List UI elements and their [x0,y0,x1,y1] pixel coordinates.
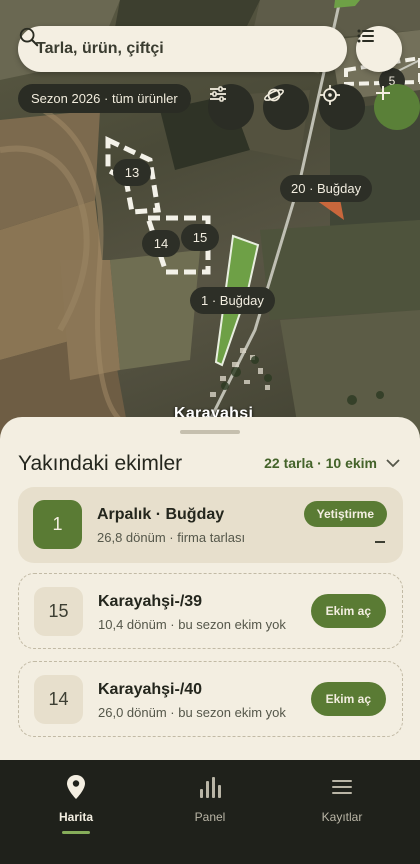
nav-label-map: Harita [58,810,93,824]
locate-me-button[interactable] [319,84,365,130]
nav-item-map[interactable]: Harita [6,760,146,864]
satellite-map[interactable]: 13 20 · Buğday 14 15 1 · Buğday 5 Karaya… [0,0,420,440]
search-input[interactable] [36,40,276,58]
add-field-button[interactable] [374,84,420,130]
menu-lines-icon [332,780,352,794]
nav-label-panel: Panel [194,810,226,824]
card-title: Arpalık · Buğday [97,506,225,523]
field-label-14[interactable]: 14 [142,230,180,257]
field-number-badge: 15 [34,587,83,636]
plus-icon [376,86,390,100]
field-number-badge: 14 [34,675,83,724]
card-title: Karayahşi-/39 [98,593,203,610]
planet-icon [264,88,284,102]
field-label-15[interactable]: 15 [181,224,219,251]
map-layer-button[interactable] [263,84,309,130]
card-subtitle: 26,0 dönüm · bu sezon ekim yok [98,705,286,720]
chevron-down-icon [386,459,400,468]
nav-item-panel[interactable]: Panel [140,760,280,864]
season-filter-chip[interactable]: Sezon 2026 · tüm ürünler [18,84,191,113]
sheet-summary-toggle[interactable]: 22 tarla · 10 ekim [264,455,400,471]
sheet-title: Yakındaki ekimler [18,452,183,475]
card-subtitle: 26,8 dönüm · firma tarlası [97,530,246,545]
nav-item-records[interactable]: Kayıtlar [272,760,412,864]
nearby-plantings-sheet: Yakındaki ekimler 22 tarla · 10 ekim 1 A… [0,417,420,760]
field-number-badge: 1 [33,500,82,549]
crosshair-icon [320,85,340,105]
map-pin-icon [67,775,85,799]
search-icon [19,27,39,47]
card-title: Karayahşi-/40 [98,681,203,698]
growing-status-button[interactable]: Yetiştirme [303,501,387,527]
active-tab-indicator [62,831,90,834]
bar-chart-icon [200,777,221,798]
list-icon [357,29,374,43]
collapse-icon[interactable] [375,541,385,543]
filter-button[interactable] [208,84,254,130]
list-view-button[interactable] [356,26,402,72]
bottom-nav: Harita Panel Kayıtlar [0,760,420,864]
planting-card-1[interactable]: 1 Arpalık · Buğday 26,8 dönüm · firma ta… [18,487,403,563]
field-label-20[interactable]: 20 · Buğday [280,175,373,202]
card-subtitle: 10,4 dönüm · bu sezon ekim yok [98,617,286,632]
open-planting-button[interactable]: Ekim aç [310,594,386,628]
field-label-13[interactable]: 13 [113,159,151,186]
nav-label-records: Kayıtlar [321,810,363,824]
open-planting-button[interactable]: Ekim aç [310,682,386,716]
planting-card-15[interactable]: 15 Karayahşi-/39 10,4 dönüm · bu sezon e… [18,573,403,649]
sheet-summary-text: 22 tarla · 10 ekim [264,455,377,471]
planting-card-14[interactable]: 14 Karayahşi-/40 26,0 dönüm · bu sezon e… [18,661,403,737]
field-label-1[interactable]: 1 · Buğday [190,287,275,314]
sliders-icon [210,86,226,102]
search-bar[interactable] [18,26,347,72]
sheet-drag-handle[interactable] [180,430,240,434]
